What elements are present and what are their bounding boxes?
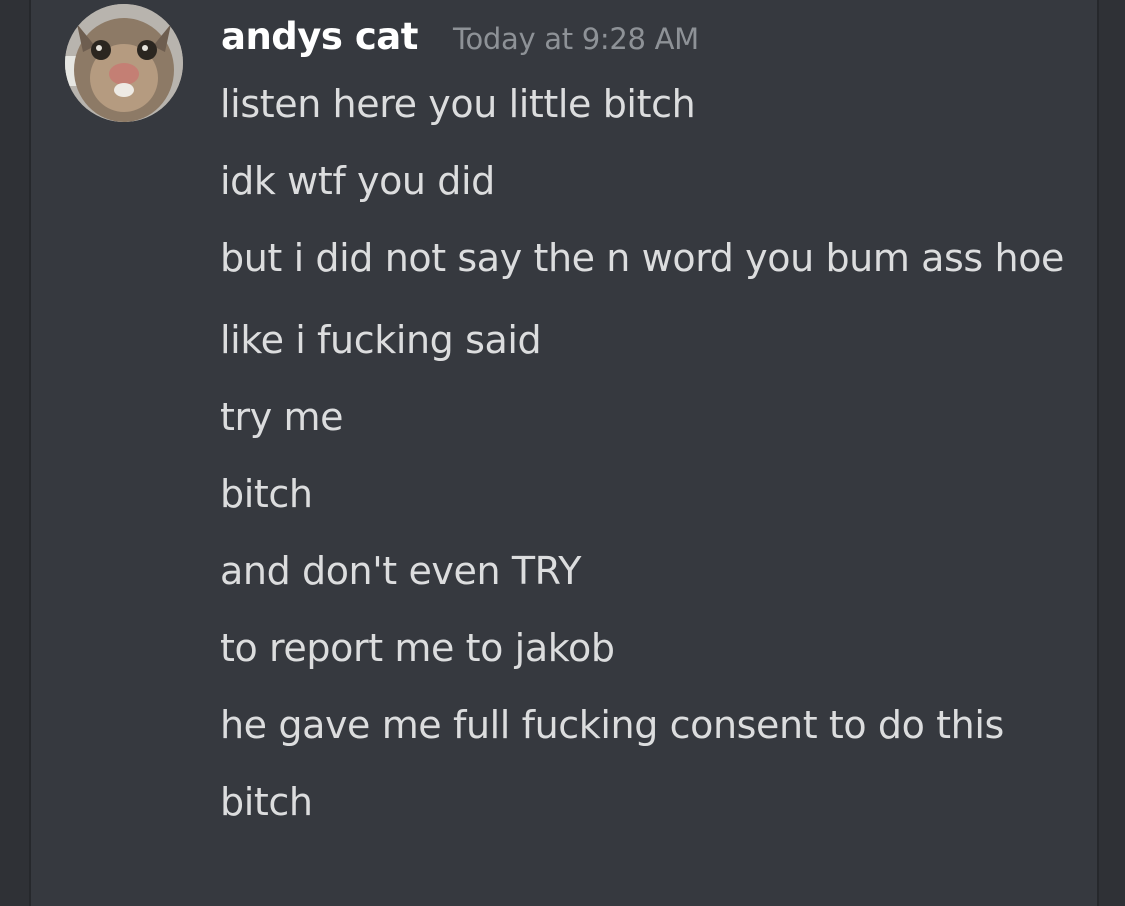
app-window: andys cat Today at 9:28 AM listen here y… — [0, 0, 1125, 906]
message-line: but i did not say the n word you bum ass… — [220, 236, 1065, 280]
message-line: and don't even TRY — [220, 549, 582, 593]
message-line: bitch — [220, 780, 313, 824]
message-line: listen here you little bitch — [220, 82, 696, 126]
message-line: he gave me full fucking consent to do th… — [220, 703, 1004, 747]
message-line: idk wtf you did — [220, 159, 495, 203]
message-line: to report me to jakob — [220, 626, 615, 670]
cat-avatar-icon[interactable] — [65, 4, 183, 122]
message-line: like i fucking said — [220, 318, 542, 362]
message-line: bitch — [220, 472, 313, 516]
message-list: listen here you little bitch idk wtf you… — [220, 78, 1092, 853]
message-timestamp: Today at 9:28 AM — [453, 22, 699, 56]
message-line: try me — [220, 395, 344, 439]
message-author[interactable]: andys cat — [221, 12, 418, 62]
